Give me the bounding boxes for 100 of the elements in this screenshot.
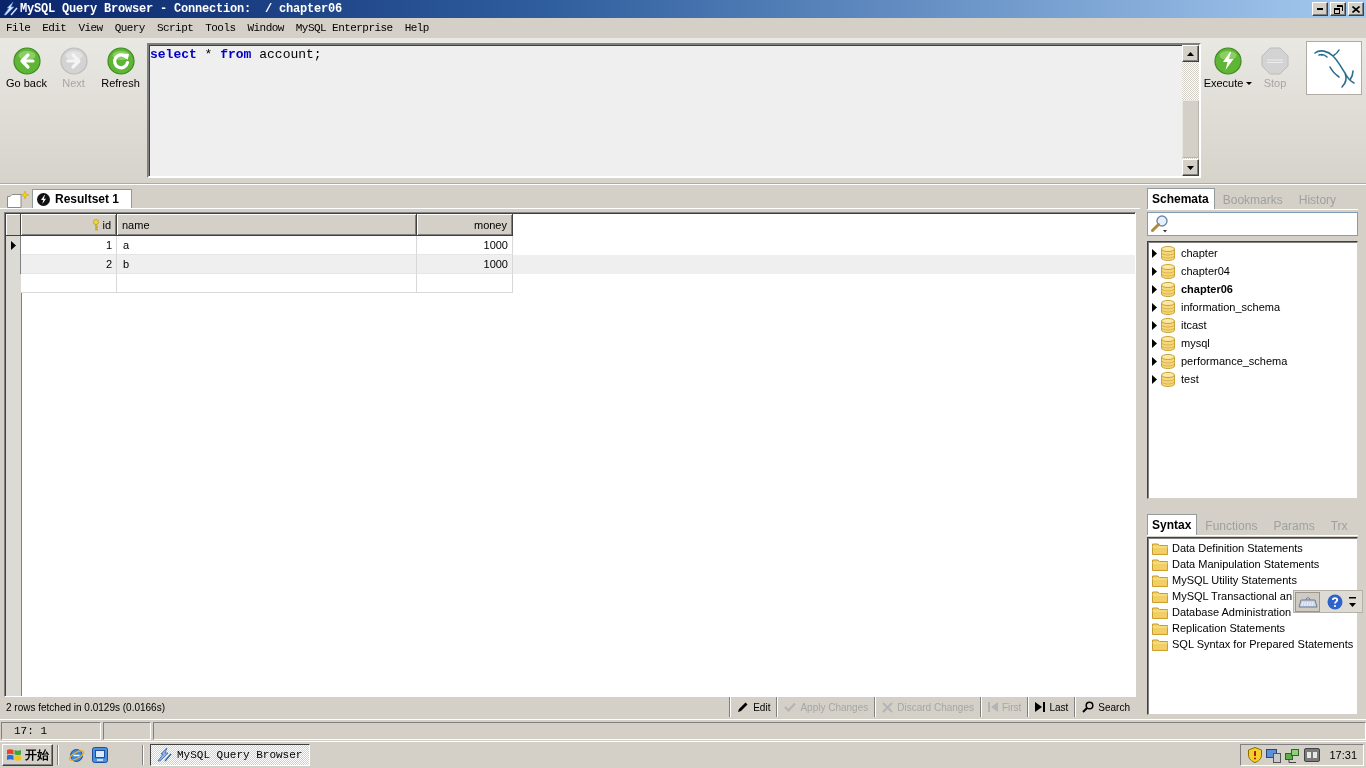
clock[interactable]: 17:31 [1329,749,1357,761]
result-tab[interactable]: Resultset 1 [32,189,132,208]
menu-item[interactable]: View [72,20,109,36]
menu-item[interactable]: Script [150,20,200,36]
expand-arrow-icon[interactable] [1152,266,1157,276]
globe-icon[interactable] [68,746,85,764]
keyboard-button[interactable] [1295,591,1320,612]
corner-header [6,214,21,236]
menu-item[interactable]: Help [398,20,435,36]
start-button[interactable]: 开始 [2,744,53,766]
status-message: 2 rows fetched in 0.0129s (0.0166s) [6,701,165,713]
menu-item[interactable]: File [0,20,37,36]
expand-arrow-icon[interactable] [1152,284,1157,294]
table-row[interactable]: 2 b 1000 [6,255,1135,274]
folder-icon [1152,573,1168,587]
help-icon [1326,593,1343,610]
key-icon [93,218,100,231]
search-field[interactable] [1147,212,1358,236]
syntax-topic[interactable]: MySQL Utility Statements [1172,574,1297,586]
expand-arrow-icon[interactable] [1152,374,1157,384]
new-tab-icon[interactable] [7,191,30,208]
refresh-button[interactable]: Refresh [97,44,144,92]
current-row-icon [10,241,16,250]
menu-item[interactable]: MySQL Enterprise [289,20,399,36]
scrollbar-thumb[interactable] [1182,100,1199,158]
schema-name[interactable]: chapter04 [1181,265,1230,277]
menu-item[interactable]: Window [241,20,290,36]
schema-name[interactable]: chapter06 [1181,283,1233,295]
database-icon [1161,281,1175,297]
column-header[interactable]: money [417,214,513,236]
expand-arrow-icon[interactable] [1152,248,1157,258]
network-icon[interactable] [1285,747,1300,763]
syntax-topic[interactable]: Replication Statements [1172,622,1286,634]
syntax-topic[interactable]: Data Definition Statements [1172,542,1303,554]
folder-icon [1152,605,1168,619]
syntax-topic[interactable]: MySQL Transactional an [1172,590,1293,602]
app-icon [2,2,18,16]
toolbar-options-icon[interactable] [1349,595,1356,608]
syntax-topic[interactable]: Database Administration [1172,606,1292,618]
schema-name[interactable]: itcast [1181,319,1207,331]
caret-down-icon [1187,165,1194,170]
tray-app-icon[interactable] [1304,748,1320,762]
schema-name[interactable]: mysql [1181,337,1210,349]
cross-icon [882,701,894,713]
dolphin-icon [1312,47,1356,89]
caret-up-icon [1187,51,1194,56]
search-button[interactable]: Search [1074,697,1136,717]
menu-item[interactable]: Tools [199,20,242,36]
database-icon [1161,263,1175,279]
expand-arrow-icon[interactable] [1152,356,1157,366]
status-panel [103,721,151,740]
schema-name[interactable]: test [1181,373,1199,385]
panel-tab[interactable]: Schemata [1147,188,1215,209]
taskbar-button[interactable]: MySQL Query Browser [150,744,310,766]
database-icon [1161,335,1175,351]
edit-button[interactable]: Edit [729,697,777,717]
expand-arrow-icon[interactable] [1152,302,1157,312]
cursor-position: 17: 1 [1,721,101,740]
caret-down-icon [1246,81,1253,85]
vertical-scrollbar[interactable] [1182,45,1199,176]
desktop-icon[interactable] [92,747,108,763]
query-editor[interactable]: select * from account; [147,43,1201,178]
execute-button[interactable]: Execute [1204,44,1252,92]
minimize-icon [1317,8,1323,10]
monitor-icon[interactable] [1266,747,1281,763]
menu-item[interactable]: Query [108,20,151,36]
syntax-topic[interactable]: SQL Syntax for Prepared Statements [1172,638,1354,650]
restore-button[interactable] [1330,2,1346,16]
folder-icon [1152,557,1168,571]
flag-icon [6,748,22,762]
syntax-topic[interactable]: Data Manipulation Statements [1172,558,1320,570]
schema-name[interactable]: information_schema [1181,301,1281,313]
minimize-button[interactable] [1312,2,1328,16]
search-icon [1151,215,1170,233]
database-icon [1161,353,1175,369]
folder-icon [1152,589,1168,603]
close-button[interactable] [1348,2,1364,16]
database-icon [1161,371,1175,387]
database-icon [1161,317,1175,333]
column-header[interactable]: id [21,214,117,236]
folder-icon [1152,621,1168,635]
expand-arrow-icon[interactable] [1152,338,1157,348]
column-header[interactable]: name [117,214,417,236]
skip-start-icon [987,702,998,712]
panel-tab[interactable]: Syntax [1147,514,1198,535]
scroll-down-button[interactable] [1182,159,1199,176]
folder-icon [1152,541,1168,555]
lightning-icon [37,192,50,206]
keyboard-icon [1297,595,1318,608]
expand-arrow-icon[interactable] [1152,320,1157,330]
menu-item[interactable]: Edit [36,20,73,36]
schema-name[interactable]: performance_schema [1181,355,1288,367]
shield-icon[interactable] [1248,747,1262,763]
check-icon [784,701,797,713]
last-button[interactable]: Last [1027,697,1075,717]
scroll-up-button[interactable] [1182,45,1199,62]
schema-name[interactable]: chapter [1181,247,1218,259]
back-button[interactable]: Go back [3,44,50,92]
pencil-icon [737,701,750,713]
stop-sign-icon [1261,47,1289,75]
